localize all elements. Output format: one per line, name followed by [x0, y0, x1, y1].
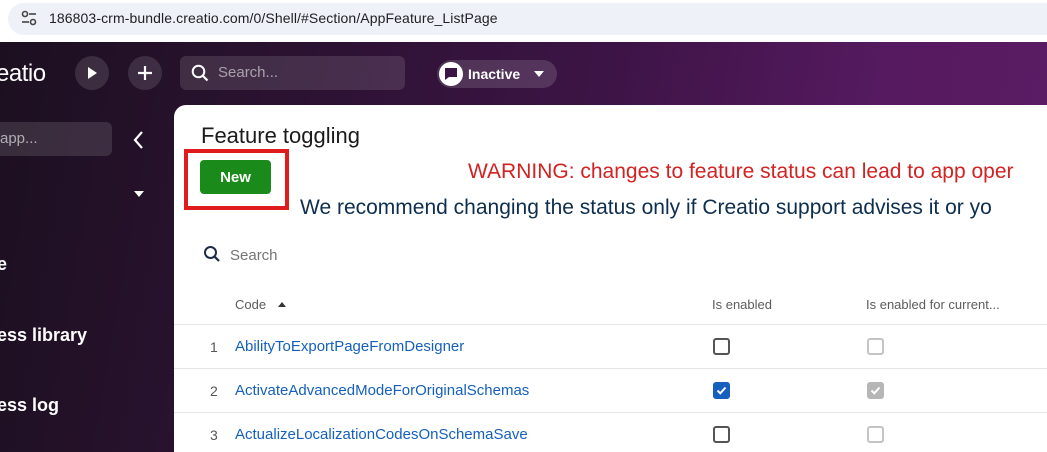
list-search-input[interactable]: Search — [230, 247, 278, 264]
is-enabled-current-checkbox — [867, 382, 884, 399]
feature-code-link[interactable]: AbilityToExportPageFromDesigner — [235, 338, 464, 355]
sidebar-item-1[interactable]: e — [0, 254, 7, 275]
sidebar-search-input[interactable]: app... — [0, 122, 112, 156]
list-search-icon[interactable] — [203, 245, 221, 263]
new-button[interactable]: New — [200, 160, 271, 194]
sidebar-chevron-down-icon[interactable] — [134, 191, 144, 197]
column-header-code[interactable]: Code — [235, 297, 266, 312]
checkmark-icon — [870, 386, 881, 395]
column-header-is-enabled-current[interactable]: Is enabled for current... — [866, 297, 1000, 312]
play-icon — [88, 67, 97, 79]
add-button[interactable] — [128, 56, 162, 90]
is-enabled-current-checkbox — [867, 426, 884, 443]
is-enabled-checkbox[interactable] — [713, 338, 730, 355]
feature-code-link[interactable]: ActualizeLocalizationCodesOnSchemaSave — [235, 426, 528, 443]
collapse-sidebar-icon[interactable] — [129, 128, 149, 152]
page-title: Feature toggling — [201, 123, 360, 148]
global-search-input[interactable]: Search... — [180, 56, 405, 90]
run-process-button[interactable] — [75, 56, 109, 90]
app-shell: eatio Search... Inactive app... e ess li… — [0, 42, 1047, 452]
is-enabled-checkbox[interactable] — [713, 426, 730, 443]
main-panel: Feature toggling New WARNING: changes to… — [174, 105, 1047, 452]
sidebar-item-process-log[interactable]: ess log — [0, 395, 59, 416]
sidebar-search-placeholder: app... — [0, 130, 38, 147]
status-dropdown[interactable]: Inactive — [437, 60, 557, 88]
status-label: Inactive — [468, 66, 521, 82]
row-number: 1 — [210, 339, 218, 355]
warning-message: WARNING: changes to feature status can l… — [468, 160, 1014, 183]
search-icon — [191, 64, 209, 82]
chevron-down-icon — [534, 71, 544, 77]
is-enabled-checkbox[interactable] — [713, 382, 730, 399]
address-url[interactable]: 186803-crm-bundle.creatio.com/0/Shell/#S… — [49, 10, 498, 26]
is-enabled-current-checkbox — [867, 338, 884, 355]
browser-address-bar: 186803-crm-bundle.creatio.com/0/Shell/#S… — [0, 0, 1047, 42]
checkmark-icon — [716, 386, 727, 395]
recommend-message: We recommend changing the status only if… — [300, 196, 992, 219]
plus-icon — [138, 66, 152, 80]
table-row[interactable]: 2 ActivateAdvancedModeForOriginalSchemas — [174, 368, 1047, 412]
sort-ascending-icon[interactable] — [278, 302, 286, 307]
table-row[interactable]: 1 AbilityToExportPageFromDesigner — [174, 324, 1047, 368]
chat-icon — [439, 62, 463, 86]
table-row[interactable]: 3 ActualizeLocalizationCodesOnSchemaSave — [174, 412, 1047, 452]
row-number: 3 — [210, 427, 218, 443]
column-header-is-enabled[interactable]: Is enabled — [712, 297, 772, 312]
global-search-placeholder: Search... — [218, 64, 279, 81]
site-settings-icon[interactable] — [20, 10, 38, 26]
feature-code-link[interactable]: ActivateAdvancedModeForOriginalSchemas — [235, 382, 529, 399]
row-number: 2 — [210, 383, 218, 399]
sidebar-item-process-library[interactable]: ess library — [0, 325, 87, 346]
creatio-logo[interactable]: eatio — [0, 60, 46, 88]
